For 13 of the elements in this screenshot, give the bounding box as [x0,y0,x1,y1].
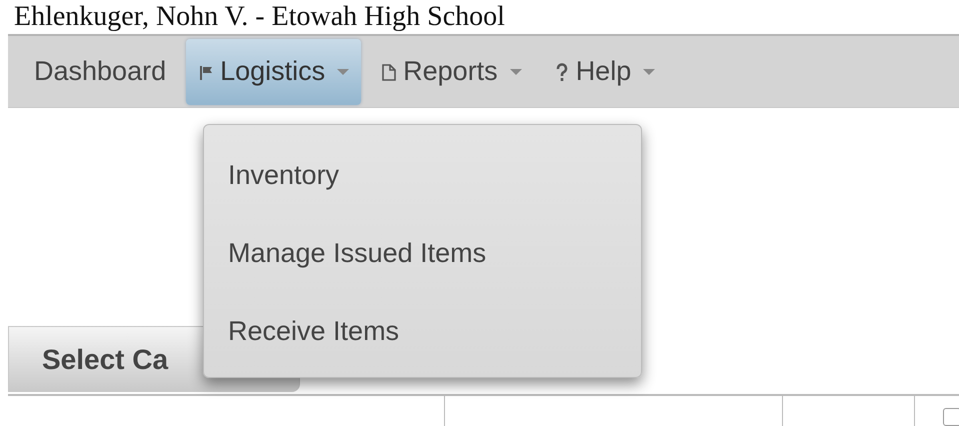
menu-item[interactable]: Logistics [186,38,362,104]
menu-item[interactable]: Help [542,43,668,100]
row-checkbox[interactable] [943,408,959,426]
page-icon [381,62,398,82]
page-title: Ehlenkuger, Nohn V. - Etowah High School [14,0,505,34]
caret-icon [643,68,656,74]
help-icon [554,62,570,82]
caret-icon [337,68,350,74]
caret-icon [510,68,522,74]
menu-item[interactable]: Reports [369,43,534,100]
menu-item[interactable]: Dashboard [22,43,178,100]
dropdown-item[interactable]: Inventory [204,155,641,195]
dropdown-item[interactable]: Manage Issued Items [204,233,641,273]
